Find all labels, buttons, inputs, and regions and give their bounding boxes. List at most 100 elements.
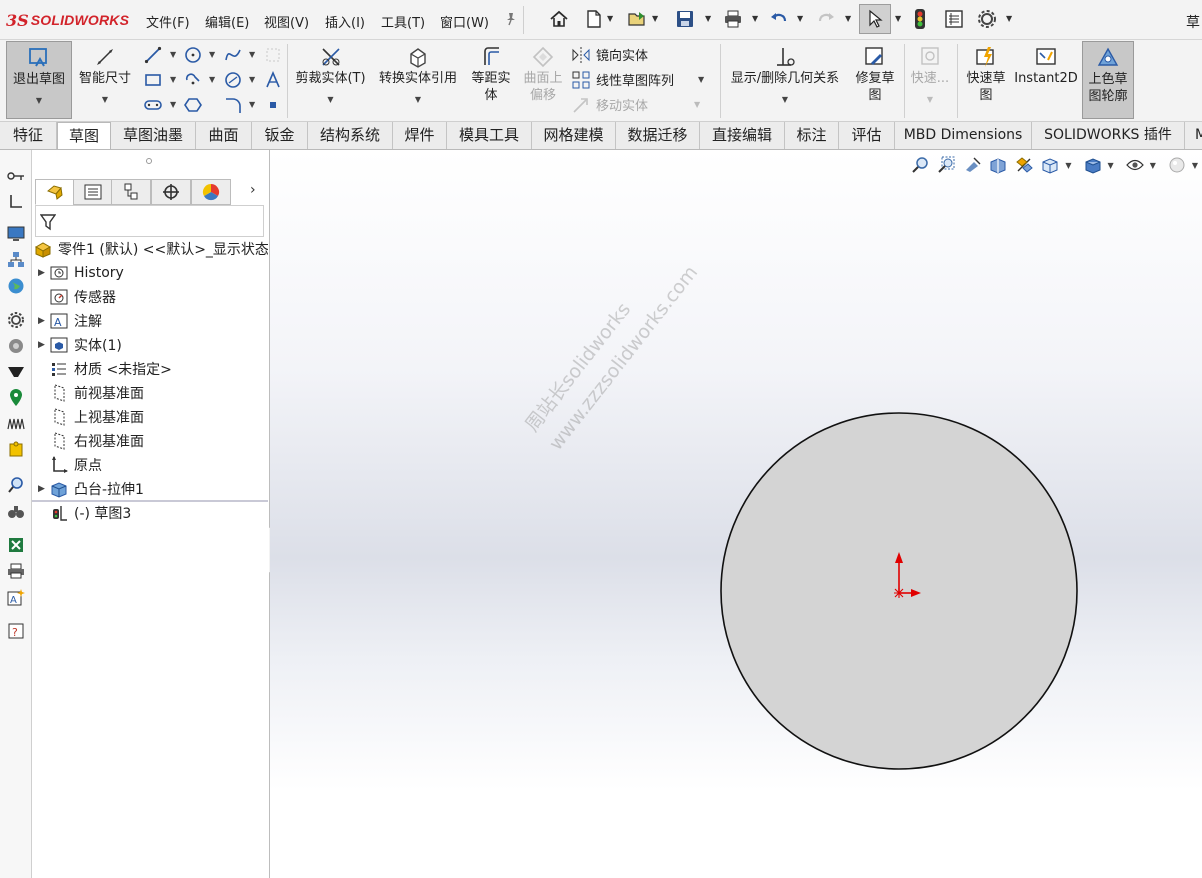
plane-sketch-icon[interactable] xyxy=(264,46,282,64)
panel-tabs-more-icon[interactable]: › xyxy=(250,182,256,198)
select-dropdown-caret[interactable]: ▼ xyxy=(895,14,901,23)
redo-icon[interactable] xyxy=(815,8,837,30)
trim-caret[interactable]: ▼ xyxy=(327,91,333,108)
spring-icon[interactable] xyxy=(6,414,26,434)
move-entities-caret[interactable]: ▼ xyxy=(694,100,700,109)
pin-icon[interactable] xyxy=(500,8,522,30)
tab-overflow[interactable]: M xyxy=(1185,122,1202,149)
dimension-corner-icon[interactable] xyxy=(6,191,26,211)
quick-snaps-button[interactable]: 快速... ▼ xyxy=(907,41,953,119)
open-dropdown-caret[interactable]: ▼ xyxy=(652,14,658,23)
tab-direct-editing[interactable]: 直接编辑 xyxy=(700,122,785,149)
tab-surfaces[interactable]: 曲面 xyxy=(196,122,252,149)
tab-sketch[interactable]: 草图 xyxy=(57,122,111,149)
new-dropdown-caret[interactable]: ▼ xyxy=(607,14,613,23)
print-dropdown-caret[interactable]: ▼ xyxy=(752,14,758,23)
monitor-icon[interactable] xyxy=(6,224,26,244)
smart-dimension-caret[interactable]: ▼ xyxy=(102,91,108,108)
panel-splitter-handle[interactable] xyxy=(146,158,152,164)
rectangle-icon[interactable] xyxy=(144,71,162,89)
file-properties-icon[interactable] xyxy=(943,8,965,30)
linear-pattern-caret[interactable]: ▼ xyxy=(698,75,704,84)
menu-file[interactable]: 文件(F) xyxy=(146,12,190,31)
shaded-sketch-contours-button[interactable]: 上色草 图轮廓 xyxy=(1082,41,1134,119)
mirror-entities-button[interactable]: 镜向实体 xyxy=(572,45,648,64)
displaymanager-tab[interactable] xyxy=(191,179,231,205)
tab-mesh-modeling[interactable]: 网格建模 xyxy=(532,122,616,149)
smart-dimension-button[interactable]: 智能尺寸 ▼ xyxy=(74,41,136,119)
convert-caret[interactable]: ▼ xyxy=(415,91,421,108)
tree-item[interactable]: (-) 草图3 xyxy=(32,502,268,524)
home-icon[interactable] xyxy=(548,8,570,30)
rollback-bar[interactable] xyxy=(32,500,268,502)
polygon-icon[interactable] xyxy=(184,96,202,114)
print-icon[interactable] xyxy=(722,8,744,30)
open-folder-icon[interactable] xyxy=(626,8,648,30)
excel-icon[interactable] xyxy=(6,535,26,555)
menu-view[interactable]: 视图(V) xyxy=(264,12,309,31)
tree-item[interactable]: ▶ A 注解 xyxy=(32,310,268,332)
offset-on-surface-button[interactable]: 曲面上 偏移 xyxy=(519,41,567,119)
tree-root-part[interactable]: 零件1 (默认) <<默认>_显示状态 xyxy=(32,238,268,260)
new-document-icon[interactable] xyxy=(583,8,605,30)
expand-arrow-icon[interactable]: ▶ xyxy=(38,268,48,278)
slot-caret[interactable]: ▼ xyxy=(209,75,215,84)
relations-caret[interactable]: ▼ xyxy=(782,91,788,108)
tree-item[interactable]: ▶ History xyxy=(32,262,268,284)
expand-arrow-icon[interactable]: ▶ xyxy=(38,484,48,494)
search-magnifier-icon[interactable] xyxy=(6,475,26,495)
tab-sheet-metal[interactable]: 钣金 xyxy=(252,122,308,149)
expand-arrow-icon[interactable]: ▶ xyxy=(38,316,48,326)
tree-filter-box[interactable] xyxy=(35,205,264,237)
fillet-icon[interactable] xyxy=(224,96,242,114)
exit-sketch-button[interactable]: 退出草图 ▼ xyxy=(6,41,72,119)
undo-icon[interactable] xyxy=(768,8,790,30)
funnel-icon[interactable] xyxy=(6,362,26,382)
quick-snaps-caret[interactable]: ▼ xyxy=(927,91,933,108)
move-entities-button[interactable]: 移动实体 ▼ xyxy=(572,95,700,114)
tree-item[interactable]: 前视基准面 xyxy=(32,382,268,404)
options-dropdown-caret[interactable]: ▼ xyxy=(1006,14,1012,23)
tab-mbd-dimensions[interactable]: MBD Dimensions xyxy=(895,122,1032,149)
expand-arrow-icon[interactable]: ▶ xyxy=(38,340,48,350)
save-dropdown-caret[interactable]: ▼ xyxy=(705,14,711,23)
tab-data-migration[interactable]: 数据迁移 xyxy=(616,122,700,149)
propertymanager-tab[interactable] xyxy=(73,179,113,205)
network-icon[interactable] xyxy=(6,250,26,270)
line-icon[interactable] xyxy=(144,46,162,64)
convert-entities-button[interactable]: 转换实体引用 ▼ xyxy=(373,41,463,119)
graphics-area[interactable]: ▼ ▼ ▼ ▼ 周站长solidworks www.zzzsolidworks.… xyxy=(270,150,1202,878)
binoculars-icon[interactable] xyxy=(6,501,26,521)
rebuild-traffic-light-icon[interactable] xyxy=(909,8,931,30)
featuremanager-tab[interactable] xyxy=(35,179,75,205)
configurationmanager-tab[interactable] xyxy=(111,179,151,205)
text-spark-icon[interactable]: A xyxy=(6,587,26,607)
dimxpertmanager-tab[interactable] xyxy=(151,179,191,205)
tab-markup[interactable]: 标注 xyxy=(785,122,839,149)
offset-entities-button[interactable]: 等距实 体 xyxy=(466,41,516,119)
undo-dropdown-caret[interactable]: ▼ xyxy=(797,14,803,23)
tab-sketch-ink[interactable]: 草图油墨 xyxy=(111,122,196,149)
line-caret[interactable]: ▼ xyxy=(170,50,176,59)
solidworks-logo[interactable]: 3S SOLIDWORKS xyxy=(6,10,129,30)
tab-structure-system[interactable]: 结构系统 xyxy=(308,122,393,149)
linear-pattern-button[interactable]: 线性草图阵列 ▼ xyxy=(572,70,704,89)
menu-window[interactable]: 窗口(W) xyxy=(440,12,489,31)
key-icon[interactable] xyxy=(6,166,26,186)
tab-mold-tools[interactable]: 模具工具 xyxy=(447,122,532,149)
settings-gear-icon[interactable] xyxy=(6,310,26,330)
display-delete-relations-button[interactable]: 显示/删除几何关系 ▼ xyxy=(724,41,846,119)
rectangle-caret[interactable]: ▼ xyxy=(170,75,176,84)
straight-slot-caret[interactable]: ▼ xyxy=(170,100,176,109)
options-gear-icon[interactable] xyxy=(976,8,998,30)
slot-icon[interactable] xyxy=(184,71,202,89)
rapid-sketch-button[interactable]: 快速草 图 xyxy=(961,41,1011,119)
tree-item[interactable]: 原点 xyxy=(32,454,268,476)
menu-tools[interactable]: 工具(T) xyxy=(381,12,425,31)
tab-evaluate[interactable]: 评估 xyxy=(839,122,895,149)
tree-item[interactable]: 上视基准面 xyxy=(32,406,268,428)
text-icon[interactable] xyxy=(264,71,282,89)
menu-insert[interactable]: 插入(I) xyxy=(325,12,365,31)
globe-icon[interactable] xyxy=(6,276,26,296)
instant2d-button[interactable]: Instant2D xyxy=(1014,41,1078,119)
